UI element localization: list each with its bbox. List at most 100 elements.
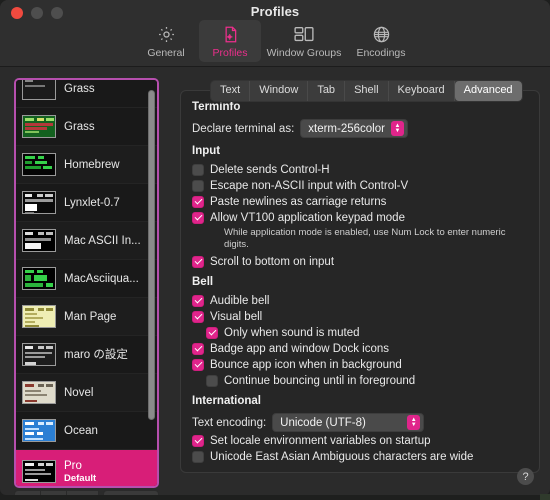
checkbox[interactable] [192, 451, 204, 463]
bell-header: Bell [192, 276, 214, 288]
checkbox-row-east-asian-wide[interactable]: Unicode East Asian Ambiguous characters … [192, 450, 531, 464]
help-button[interactable]: ? [517, 468, 534, 485]
checkbox[interactable] [192, 180, 204, 192]
checkbox-row-escape-non-ascii[interactable]: Escape non-ASCII input with Control-V [192, 179, 531, 193]
tab-advanced[interactable]: Advanced [454, 81, 522, 101]
checkbox-label: Continue bouncing until in foreground [224, 375, 416, 387]
profile-settings-pane: Text Window Tab Shell Keyboard Advanced … [172, 66, 542, 495]
declare-terminal-value: xterm-256color [308, 122, 385, 135]
list-item-text: Grass [64, 120, 95, 134]
stepper-icon[interactable]: ▲ ▼ [407, 415, 421, 430]
list-item-text: Homebrew [64, 158, 120, 172]
toolbar-item-profiles[interactable]: Profiles [199, 20, 261, 62]
checkbox-label: Visual bell [210, 311, 263, 323]
checkbox-row-audible-bell[interactable]: Audible bell [192, 294, 531, 308]
tab-window[interactable]: Window [250, 81, 309, 101]
advanced-content: Terminfo Declare terminal as: xterm-256c… [192, 99, 531, 466]
profile-name: Ocean [64, 424, 98, 437]
checkbox-row-bounce-app-icon[interactable]: Bounce app icon when in background [192, 358, 531, 372]
checkbox-row-continue-bouncing[interactable]: Continue bouncing until in foreground [206, 374, 531, 388]
list-item[interactable]: Ocean [16, 412, 157, 450]
tab-tab[interactable]: Tab [308, 81, 346, 101]
toolbar-label-window-groups: Window Groups [266, 47, 342, 59]
checkbox[interactable] [206, 327, 218, 339]
preferences-content: Grass Grass Homebrew Lynxlet-0.7 Mac ASC… [0, 66, 550, 495]
profile-thumbnail [22, 191, 56, 214]
profiles-list-scrollbar[interactable] [148, 90, 155, 442]
list-item[interactable]: Mac ASCII In... [16, 222, 157, 260]
checkbox-row-delete-sends-control-h[interactable]: Delete sends Control-H [192, 163, 531, 177]
list-item-text: Lynxlet-0.7 [64, 196, 120, 210]
checkbox[interactable] [192, 164, 204, 176]
checkbox-label: Badge app and window Dock icons [210, 343, 390, 355]
checkbox-label: Set locale environment variables on star… [210, 435, 431, 447]
checkbox[interactable] [192, 435, 204, 447]
list-item[interactable]: Man Page [16, 298, 157, 336]
checkbox-row-paste-newlines[interactable]: Paste newlines as carriage returns [192, 195, 531, 209]
checkbox[interactable] [206, 375, 218, 387]
list-item[interactable]: Homebrew [16, 146, 157, 184]
list-item-text: Mac ASCII In... [64, 234, 141, 248]
profile-name: Grass [64, 82, 95, 95]
profiles-list[interactable]: Grass Grass Homebrew Lynxlet-0.7 Mac ASC… [14, 78, 159, 488]
declare-terminal-popup[interactable]: xterm-256color ▲ ▼ [300, 119, 408, 138]
checkbox[interactable] [192, 311, 204, 323]
profile-thumbnail [22, 343, 56, 366]
list-item-text: maro の設定 [64, 348, 128, 362]
checkbox-label: Delete sends Control-H [210, 164, 330, 176]
checkbox-label: Scroll to bottom on input [210, 256, 335, 268]
list-item[interactable]: MacAsciiqua... [16, 260, 157, 298]
list-item-text: Ocean [64, 424, 98, 438]
toolbar-item-encodings[interactable]: Encodings [347, 20, 415, 62]
window-title: Profiles [250, 4, 300, 19]
declare-terminal-row: Declare terminal as: xterm-256color ▲ ▼ [192, 119, 531, 138]
terminfo-header: Terminfo [192, 101, 241, 113]
list-item-selected[interactable]: Pro Default [16, 450, 157, 486]
profile-thumbnail [22, 80, 56, 100]
list-item[interactable]: Grass [16, 80, 157, 108]
profile-name: MacAsciiqua... [64, 272, 139, 285]
profile-thumbnail [22, 419, 56, 442]
desktop-background-corner [540, 494, 550, 500]
checkbox-row-vt100-keypad[interactable]: Allow VT100 application keypad mode [192, 211, 531, 225]
tab-keyboard[interactable]: Keyboard [389, 81, 455, 101]
text-encoding-popup[interactable]: Unicode (UTF-8) ▲ ▼ [272, 413, 425, 432]
list-item[interactable]: Lynxlet-0.7 [16, 184, 157, 222]
toolbar-label-profiles: Profiles [212, 47, 248, 59]
profile-thumbnail [22, 115, 56, 138]
checkbox[interactable] [192, 256, 204, 268]
checkbox-label: Allow VT100 application keypad mode [210, 212, 405, 224]
checkbox-label: Audible bell [210, 295, 270, 307]
text-encoding-value: Unicode (UTF-8) [280, 416, 366, 429]
checkbox-row-set-locale-vars[interactable]: Set locale environment variables on star… [192, 434, 531, 448]
tab-text[interactable]: Text [211, 81, 251, 101]
checkbox-row-visual-bell[interactable]: Visual bell [192, 310, 531, 324]
list-item[interactable]: maro の設定 [16, 336, 157, 374]
scrollbar-thumb[interactable] [148, 90, 155, 420]
toolbar-item-general[interactable]: General [135, 20, 197, 62]
profile-thumbnail [22, 460, 56, 483]
list-item[interactable]: Novel [16, 374, 157, 412]
profile-name: Man Page [64, 310, 117, 323]
checkbox[interactable] [192, 295, 204, 307]
list-item[interactable]: Grass [16, 108, 157, 146]
checkbox-row-badge-dock-icons[interactable]: Badge app and window Dock icons [192, 342, 531, 356]
checkbox[interactable] [192, 359, 204, 371]
checkbox[interactable] [192, 343, 204, 355]
profile-name: Novel [64, 386, 94, 399]
profile-thumbnail [22, 267, 56, 290]
checkbox[interactable] [192, 212, 204, 224]
checkbox[interactable] [192, 196, 204, 208]
checkbox-label: Unicode East Asian Ambiguous characters … [210, 451, 474, 463]
checkbox-row-scroll-to-bottom[interactable]: Scroll to bottom on input [192, 255, 531, 269]
text-encoding-row: Text encoding: Unicode (UTF-8) ▲ ▼ [192, 413, 531, 432]
list-item-text: MacAsciiqua... [64, 272, 139, 286]
stepper-icon[interactable]: ▲ ▼ [390, 121, 404, 136]
globe-icon [372, 24, 391, 45]
checkbox-row-only-when-muted[interactable]: Only when sound is muted [206, 326, 531, 340]
list-item-text: Novel [64, 386, 93, 400]
toolbar-item-window-groups[interactable]: Window Groups [263, 20, 345, 62]
tab-shell[interactable]: Shell [345, 81, 389, 101]
document-gear-icon [221, 24, 240, 45]
desktop-background [0, 495, 550, 500]
